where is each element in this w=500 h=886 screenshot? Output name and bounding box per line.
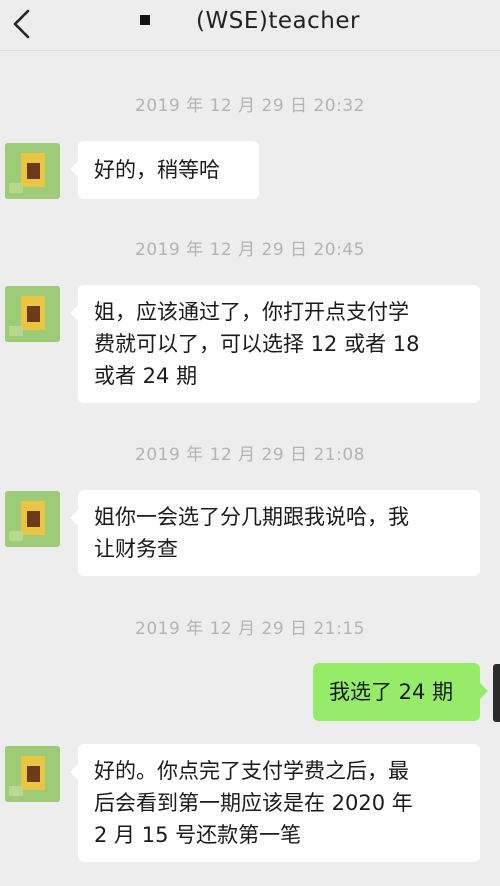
message-line: 费就可以了，可以选择 12 或者 18 [94,332,420,356]
timestamp: 2019 年 12 月 29 日 21:15 [135,619,365,639]
chat-title: (WSE)teacher [196,8,360,34]
avatar[interactable] [5,143,60,199]
message-list[interactable]: 2019 年 12 月 29 日 20:32 好的，稍等哈 2019 年 12 … [0,51,500,886]
self-avatar[interactable] [493,664,500,722]
message-bubble[interactable]: 姐，应该通过了，你打开点支付学 费就可以了，可以选择 12 或者 18 或者 2… [70,285,480,403]
message-line: 让财务查 [94,537,178,561]
message-line: 2 月 15 号还款第一笔 [94,823,302,847]
timestamp: 2019 年 12 月 29 日 20:32 [135,96,365,116]
message-line: 或者 24 期 [94,364,198,388]
avatar[interactable] [5,746,60,802]
avatar[interactable] [5,491,60,547]
avatar[interactable] [5,286,60,342]
timestamp: 2019 年 12 月 29 日 20:45 [135,240,365,260]
message-line: 姐，应该通过了，你打开点支付学 [94,300,409,324]
message-text: 我选了 24 期 [329,680,454,704]
timestamp: 2019 年 12 月 29 日 21:08 [135,445,365,465]
chat-title-row: (WSE)teacher [0,8,500,34]
message-bubble-outgoing[interactable]: 我选了 24 期 [313,663,488,721]
message-bubble[interactable]: 好的，稍等哈 [70,141,259,199]
message-line: 好的。你点完了支付学费之后，最 [94,759,409,783]
message-text: 好的，稍等哈 [94,158,220,182]
message-line: 姐你一会选了分几期跟我说哈，我 [94,505,409,529]
chat-header: (WSE)teacher [0,0,500,51]
message-bubble[interactable]: 姐你一会选了分几期跟我说哈，我 让财务查 [70,490,480,576]
message-bubble[interactable]: 好的。你点完了支付学费之后，最 后会看到第一期应该是在 2020 年 2 月 1… [70,744,480,862]
censored-name-block [140,14,151,25]
message-line: 后会看到第一期应该是在 2020 年 [94,791,413,815]
